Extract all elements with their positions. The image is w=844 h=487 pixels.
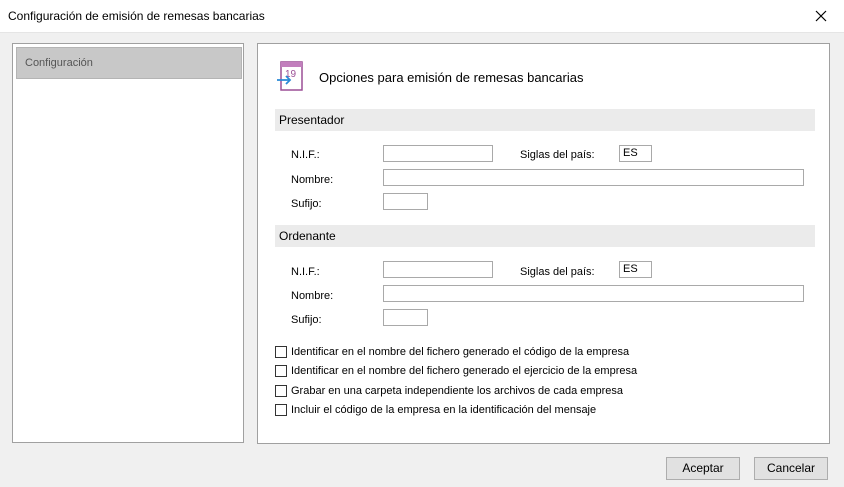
checkbox[interactable]: [275, 365, 287, 377]
ordenante-siglas-label: Siglas del país:: [520, 266, 595, 278]
option-codigo-empresa-fichero[interactable]: Identificar en el nombre del fichero gen…: [275, 345, 629, 359]
ordenante-nombre-label: Nombre:: [291, 290, 334, 302]
option-carpeta-independiente[interactable]: Grabar en una carpeta independiente los …: [275, 384, 623, 398]
ordenante-nombre-input[interactable]: [383, 285, 804, 302]
presentador-siglas-label: Siglas del país:: [520, 149, 595, 161]
presentador-sufijo-label: Sufijo:: [291, 198, 322, 210]
window-title: Configuración de emisión de remesas banc…: [8, 9, 265, 23]
close-button[interactable]: [798, 0, 844, 32]
accept-button[interactable]: Aceptar: [666, 457, 740, 480]
panel-title: Opciones para emisión de remesas bancari…: [319, 70, 584, 85]
checkbox[interactable]: [275, 346, 287, 358]
option-label: Grabar en una carpeta independiente los …: [291, 385, 624, 397]
option-label: Incluir el código de la empresa en la id…: [291, 404, 597, 416]
ordenante-sufijo-input[interactable]: [383, 309, 428, 326]
cancel-button[interactable]: Cancelar: [754, 457, 828, 480]
ordenante-nif-label: N.I.F.:: [291, 266, 320, 278]
ordenante-siglas-input[interactable]: ES: [619, 261, 652, 278]
ordenante-nif-input[interactable]: [383, 261, 493, 278]
section-presentador: Presentador: [275, 109, 815, 131]
presentador-nombre-input[interactable]: [383, 169, 804, 186]
option-label: Identificar en el nombre del fichero gen…: [291, 365, 638, 377]
close-icon: [815, 10, 827, 22]
option-ejercicio-empresa-fichero[interactable]: Identificar en el nombre del fichero gen…: [275, 364, 637, 378]
option-codigo-empresa-mensaje[interactable]: Incluir el código de la empresa en la id…: [275, 403, 596, 417]
presentador-siglas-input[interactable]: ES: [619, 145, 652, 162]
presentador-nombre-label: Nombre:: [291, 174, 334, 186]
presentador-sufijo-input[interactable]: [383, 193, 428, 210]
title-bar: Configuración de emisión de remesas banc…: [0, 0, 844, 33]
ordenante-sufijo-label: Sufijo:: [291, 314, 322, 326]
options-panel: 19 Opciones para emisión de remesas banc…: [257, 43, 830, 444]
option-label: Identificar en el nombre del fichero gen…: [291, 346, 630, 358]
checkbox[interactable]: [275, 404, 287, 416]
remesa-19-icon: 19: [277, 61, 303, 91]
sidebar-item-label: Configuración: [25, 57, 93, 69]
remesa-icon-number: 19: [285, 69, 297, 80]
checkbox[interactable]: [275, 385, 287, 397]
presentador-nif-input[interactable]: [383, 145, 493, 162]
sidebar: Configuración: [12, 43, 244, 443]
section-ordenante: Ordenante: [275, 225, 815, 247]
sidebar-item-configuracion[interactable]: Configuración: [16, 47, 242, 79]
presentador-nif-label: N.I.F.:: [291, 149, 320, 161]
